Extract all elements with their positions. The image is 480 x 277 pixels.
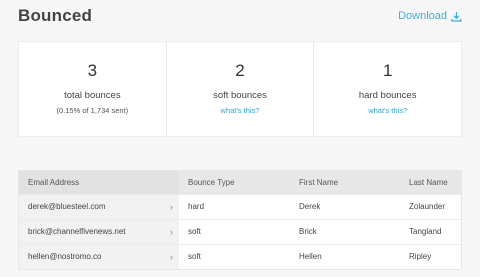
column-header-bounce-type[interactable]: Bounce Type [179,171,290,194]
stat-label: soft bounces [213,90,267,101]
column-header-email[interactable]: Email Address [19,171,179,194]
page-title: Bounced [18,6,93,25]
table-header: Email Address Bounce Type First Name Las… [19,171,461,194]
email-cell[interactable]: derek@bluesteel.com › [19,195,179,219]
table-row[interactable]: brick@channelfivenews.net › soft Brick T… [19,219,461,244]
column-header-first-name[interactable]: First Name [290,171,400,194]
last-name-cell: Tangland [409,227,442,236]
download-label: Download [398,10,447,22]
chevron-right-icon: › [170,202,173,212]
stat-value: 3 [87,61,98,80]
email-text: hellen@nostromo.co [28,252,102,261]
first-name-cell: Brick [299,227,317,236]
table-row[interactable]: derek@bluesteel.com › hard Derek Zolaund… [19,194,461,219]
stat-hard-bounces: 1 hard bounces what's this? [313,42,461,136]
bounces-table: Email Address Bounce Type First Name Las… [18,170,462,270]
email-text: brick@channelfivenews.net [28,227,126,236]
download-button[interactable]: Download [398,10,462,22]
bounce-type-cell: hard [188,202,205,211]
stat-value: 1 [382,61,393,80]
whats-this-link[interactable]: what's this? [167,106,314,115]
stat-total-bounces: 3 total bounces (0.15% of 1,734 sent) [19,42,166,136]
chevron-right-icon: › [170,252,173,262]
email-text: derek@bluesteel.com [28,202,106,211]
whats-this-link[interactable]: what's this? [314,106,461,115]
first-name-cell: Derek [299,202,321,211]
last-name-cell: Zolaunder [409,202,446,211]
first-name-cell: Hellen [299,252,322,261]
bounce-stats-panel: 3 total bounces (0.15% of 1,734 sent) 2 … [18,41,462,137]
stat-value: 2 [235,61,245,80]
table-row[interactable]: hellen@nostromo.co › soft Hellen Ripley [19,244,461,269]
stat-label: hard bounces [358,90,417,101]
page-header: Bounced Download [18,6,462,28]
email-cell[interactable]: hellen@nostromo.co › [19,245,179,269]
last-name-cell: Ripley [409,252,432,261]
stat-subtext: (0.15% of 1,734 sent) [56,106,129,115]
bounce-type-cell: soft [188,252,201,261]
download-icon [451,11,462,22]
chevron-right-icon: › [170,227,173,237]
stat-label: total bounces [64,90,121,101]
bounce-type-cell: soft [188,227,201,236]
column-header-last-name[interactable]: Last Name [400,171,461,194]
stat-soft-bounces: 2 soft bounces what's this? [165,42,314,136]
bounced-report-page: Bounced Download 3 total bounces (0.15% … [0,0,480,277]
email-cell[interactable]: brick@channelfivenews.net › [19,220,179,244]
